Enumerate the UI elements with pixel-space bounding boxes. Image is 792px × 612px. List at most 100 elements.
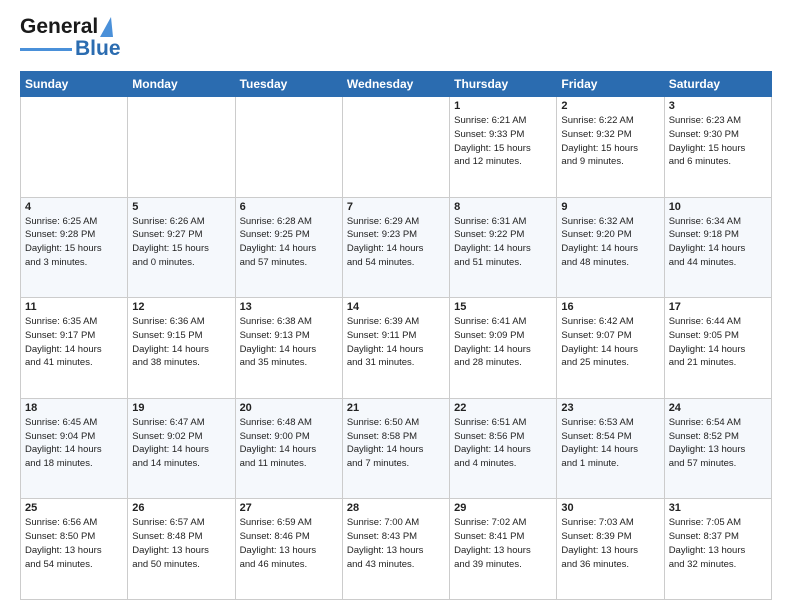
logo: General Blue [20, 16, 121, 61]
day-cell: 13 Sunrise: 6:38 AM Sunset: 9:13 PM Dayli… [235, 298, 342, 399]
day-number: 24 [669, 402, 767, 414]
day-number: 31 [669, 502, 767, 514]
week-row-4: 18 Sunrise: 6:45 AM Sunset: 9:04 PM Dayli… [21, 398, 772, 499]
day-cell: 19Sunrise: 6:47 AM Sunset: 9:02 PM Dayli… [128, 398, 235, 499]
day-number: 2 [561, 100, 659, 112]
day-cell: 31 Sunrise: 7:05 AM Sunset: 8:37 PM Dayli… [664, 499, 771, 600]
day-number: 11 [25, 301, 123, 313]
day-info: Sunrise: 6:21 AM Sunset: 9:33 PM Dayligh… [454, 114, 552, 169]
day-cell: 3 Sunrise: 6:23 AM Sunset: 9:30 PM Daylig… [664, 97, 771, 198]
logo-triangle-icon [100, 17, 113, 37]
weekday-header-thursday: Thursday [450, 72, 557, 97]
day-cell: 25 Sunrise: 6:56 AM Sunset: 8:50 PM Dayli… [21, 499, 128, 600]
day-info: Sunrise: 6:31 AM Sunset: 9:22 PM Dayligh… [454, 215, 552, 270]
day-number: 15 [454, 301, 552, 313]
day-cell: 14 Sunrise: 6:39 AM Sunset: 9:11 PM Dayli… [342, 298, 449, 399]
day-number: 16 [561, 301, 659, 313]
day-cell: 21Sunrise: 6:50 AM Sunset: 8:58 PM Dayli… [342, 398, 449, 499]
day-cell: 5Sunrise: 6:26 AM Sunset: 9:27 PM Daylig… [128, 197, 235, 298]
day-info: Sunrise: 6:35 AM Sunset: 9:17 PM Dayligh… [25, 315, 123, 370]
day-number: 23 [561, 402, 659, 414]
day-cell: 11 Sunrise: 6:35 AM Sunset: 9:17 PM Dayli… [21, 298, 128, 399]
day-cell: 26 Sunrise: 6:57 AM Sunset: 8:48 PM Dayli… [128, 499, 235, 600]
day-info: Sunrise: 6:56 AM Sunset: 8:50 PM Dayligh… [25, 516, 123, 571]
day-number: 7 [347, 201, 445, 213]
day-info: Sunrise: 6:32 AM Sunset: 9:20 PM Dayligh… [561, 215, 659, 270]
day-info: Sunrise: 7:05 AM Sunset: 8:37 PM Dayligh… [669, 516, 767, 571]
day-cell: 22 Sunrise: 6:51 AM Sunset: 8:56 PM Dayli… [450, 398, 557, 499]
day-info: Sunrise: 6:50 AM Sunset: 8:58 PM Dayligh… [347, 416, 445, 471]
weekday-header-wednesday: Wednesday [342, 72, 449, 97]
day-info: Sunrise: 6:22 AM Sunset: 9:32 PM Dayligh… [561, 114, 659, 169]
day-number: 30 [561, 502, 659, 514]
day-cell: 15 Sunrise: 6:41 AM Sunset: 9:09 PM Dayli… [450, 298, 557, 399]
day-info: Sunrise: 6:53 AM Sunset: 8:54 PM Dayligh… [561, 416, 659, 471]
week-row-2: 4Sunrise: 6:25 AM Sunset: 9:28 PM Daylig… [21, 197, 772, 298]
day-info: Sunrise: 6:34 AM Sunset: 9:18 PM Dayligh… [669, 215, 767, 270]
day-info: Sunrise: 6:38 AM Sunset: 9:13 PM Dayligh… [240, 315, 338, 370]
week-row-5: 25 Sunrise: 6:56 AM Sunset: 8:50 PM Dayli… [21, 499, 772, 600]
day-info: Sunrise: 6:48 AM Sunset: 9:00 PM Dayligh… [240, 416, 338, 471]
day-cell: 30Sunrise: 7:03 AM Sunset: 8:39 PM Dayli… [557, 499, 664, 600]
day-cell: 29Sunrise: 7:02 AM Sunset: 8:41 PM Dayli… [450, 499, 557, 600]
day-cell: 9 Sunrise: 6:32 AM Sunset: 9:20 PM Daylig… [557, 197, 664, 298]
day-cell: 4Sunrise: 6:25 AM Sunset: 9:28 PM Daylig… [21, 197, 128, 298]
day-info: Sunrise: 6:51 AM Sunset: 8:56 PM Dayligh… [454, 416, 552, 471]
day-cell: 20 Sunrise: 6:48 AM Sunset: 9:00 PM Dayli… [235, 398, 342, 499]
day-info: Sunrise: 6:54 AM Sunset: 8:52 PM Dayligh… [669, 416, 767, 471]
weekday-header-friday: Friday [557, 72, 664, 97]
day-info: Sunrise: 6:45 AM Sunset: 9:04 PM Dayligh… [25, 416, 123, 471]
day-number: 1 [454, 100, 552, 112]
weekday-header-tuesday: Tuesday [235, 72, 342, 97]
day-cell [235, 97, 342, 198]
day-cell: 18 Sunrise: 6:45 AM Sunset: 9:04 PM Dayli… [21, 398, 128, 499]
day-cell: 27 Sunrise: 6:59 AM Sunset: 8:46 PM Dayli… [235, 499, 342, 600]
day-info: Sunrise: 6:23 AM Sunset: 9:30 PM Dayligh… [669, 114, 767, 169]
day-cell: 10Sunrise: 6:34 AM Sunset: 9:18 PM Dayli… [664, 197, 771, 298]
day-cell: 7 Sunrise: 6:29 AM Sunset: 9:23 PM Daylig… [342, 197, 449, 298]
day-number: 25 [25, 502, 123, 514]
day-info: Sunrise: 7:00 AM Sunset: 8:43 PM Dayligh… [347, 516, 445, 571]
logo-blue-text: Blue [75, 37, 121, 61]
day-number: 4 [25, 201, 123, 213]
day-info: Sunrise: 6:29 AM Sunset: 9:23 PM Dayligh… [347, 215, 445, 270]
day-cell: 8 Sunrise: 6:31 AM Sunset: 9:22 PM Daylig… [450, 197, 557, 298]
day-cell: 23 Sunrise: 6:53 AM Sunset: 8:54 PM Dayli… [557, 398, 664, 499]
day-info: Sunrise: 6:39 AM Sunset: 9:11 PM Dayligh… [347, 315, 445, 370]
day-number: 20 [240, 402, 338, 414]
day-info: Sunrise: 6:28 AM Sunset: 9:25 PM Dayligh… [240, 215, 338, 270]
day-number: 3 [669, 100, 767, 112]
day-number: 6 [240, 201, 338, 213]
day-number: 22 [454, 402, 552, 414]
day-cell: 12Sunrise: 6:36 AM Sunset: 9:15 PM Dayli… [128, 298, 235, 399]
calendar-table: SundayMondayTuesdayWednesdayThursdayFrid… [20, 71, 772, 600]
logo-line [20, 48, 72, 51]
day-info: Sunrise: 6:41 AM Sunset: 9:09 PM Dayligh… [454, 315, 552, 370]
day-info: Sunrise: 6:42 AM Sunset: 9:07 PM Dayligh… [561, 315, 659, 370]
day-number: 27 [240, 502, 338, 514]
day-number: 26 [132, 502, 230, 514]
day-info: Sunrise: 6:57 AM Sunset: 8:48 PM Dayligh… [132, 516, 230, 571]
day-number: 5 [132, 201, 230, 213]
day-info: Sunrise: 6:44 AM Sunset: 9:05 PM Dayligh… [669, 315, 767, 370]
day-number: 14 [347, 301, 445, 313]
weekday-header-saturday: Saturday [664, 72, 771, 97]
day-info: Sunrise: 6:59 AM Sunset: 8:46 PM Dayligh… [240, 516, 338, 571]
header: General Blue [20, 16, 772, 61]
day-cell: 17 Sunrise: 6:44 AM Sunset: 9:05 PM Dayli… [664, 298, 771, 399]
day-number: 13 [240, 301, 338, 313]
day-number: 18 [25, 402, 123, 414]
day-cell [21, 97, 128, 198]
day-number: 17 [669, 301, 767, 313]
weekday-header-row: SundayMondayTuesdayWednesdayThursdayFrid… [21, 72, 772, 97]
page: General Blue SundayMondayTuesdayWednesda… [0, 0, 792, 612]
day-number: 8 [454, 201, 552, 213]
day-number: 28 [347, 502, 445, 514]
day-cell [342, 97, 449, 198]
day-cell: 2 Sunrise: 6:22 AM Sunset: 9:32 PM Daylig… [557, 97, 664, 198]
day-info: Sunrise: 6:36 AM Sunset: 9:15 PM Dayligh… [132, 315, 230, 370]
day-cell: 24 Sunrise: 6:54 AM Sunset: 8:52 PM Dayli… [664, 398, 771, 499]
day-number: 9 [561, 201, 659, 213]
day-cell [128, 97, 235, 198]
weekday-header-sunday: Sunday [21, 72, 128, 97]
